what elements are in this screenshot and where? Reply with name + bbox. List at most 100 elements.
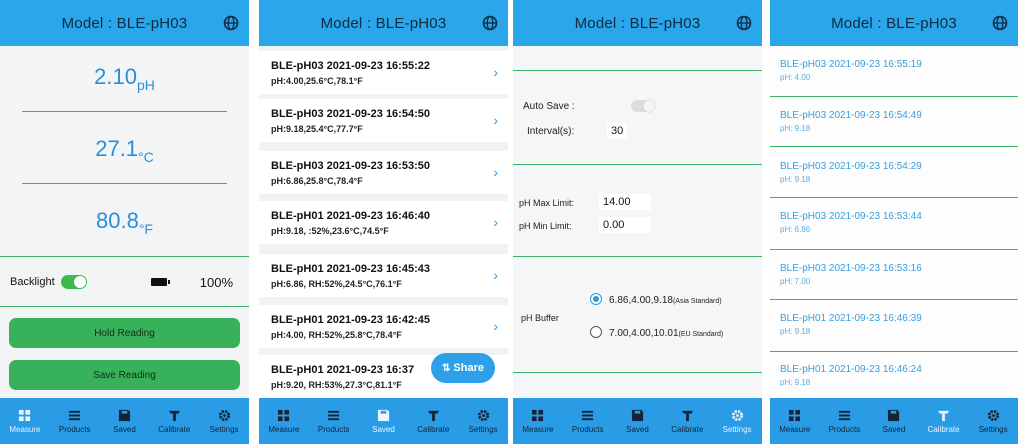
nav-calibrate[interactable]: Calibrate bbox=[919, 398, 969, 444]
measure-screen: Model : BLE-pH03 2.10pH 27.1°C 80.8°F Ba… bbox=[0, 0, 249, 444]
gear-icon bbox=[477, 409, 489, 421]
calibration-title: BLE-pH03 2021-09-23 16:53:16 bbox=[780, 263, 922, 274]
record-title: BLE-pH03 2021-09-23 16:53:50 bbox=[271, 160, 430, 172]
divider bbox=[513, 256, 762, 257]
saved-record[interactable]: BLE-pH01 2021-09-23 16:45:43 pH:6.86, RH… bbox=[259, 254, 508, 297]
globe-icon[interactable] bbox=[736, 15, 752, 31]
record-detail: pH:9.18, :52%,23.6°C,74.5°F bbox=[271, 226, 389, 236]
hold-reading-button[interactable]: Hold Reading bbox=[9, 318, 240, 348]
divider bbox=[513, 164, 762, 165]
calibration-entry[interactable]: BLE-pH03 2021-09-23 16:54:29 pH: 9.18 bbox=[780, 161, 1008, 184]
grid-icon bbox=[789, 409, 801, 421]
nav-label: Saved bbox=[113, 424, 136, 434]
save-icon bbox=[118, 409, 131, 421]
calibration-title: BLE-pH01 2021-09-23 16:46:24 bbox=[780, 364, 922, 375]
nav-calibrate[interactable]: Calibrate bbox=[149, 398, 199, 444]
ph-value: 2.10 bbox=[94, 64, 137, 89]
auto-save-toggle[interactable] bbox=[631, 100, 655, 112]
gear-icon bbox=[987, 409, 999, 421]
record-detail: pH:6.86,25.8°C,78.4°F bbox=[271, 176, 363, 186]
chevron-right-icon: › bbox=[493, 318, 498, 334]
temp-f-reading: 80.8°F bbox=[0, 208, 249, 237]
calibration-entry[interactable]: BLE-pH03 2021-09-23 16:53:16 pH: 7.00 bbox=[780, 263, 1008, 286]
record-title: BLE-pH01 2021-09-23 16:46:40 bbox=[271, 210, 430, 222]
buffer-asia-label: 6.86,4.00,9.18(Asia Standard) bbox=[609, 295, 722, 306]
nav-label: Products bbox=[317, 424, 350, 434]
calibration-detail: pH: 9.18 bbox=[780, 378, 811, 387]
calibration-entry[interactable]: BLE-pH01 2021-09-23 16:46:39 pH: 9.18 bbox=[780, 313, 1008, 336]
calibration-entry[interactable]: BLE-pH03 2021-09-23 16:55:19 pH: 4.00 bbox=[780, 59, 1008, 82]
gear-icon bbox=[731, 409, 743, 421]
nav-label: Settings bbox=[722, 424, 752, 434]
nav-label: Settings bbox=[209, 424, 239, 434]
buffer-eu-radio[interactable] bbox=[590, 326, 602, 338]
calibration-entry[interactable]: BLE-pH01 2021-09-23 16:46:24 pH: 9.18 bbox=[780, 364, 1008, 387]
record-detail: pH:9.20, RH:53%,27.3°C,81.1°F bbox=[271, 380, 402, 390]
nav-settings[interactable]: Settings bbox=[968, 398, 1018, 444]
saved-record[interactable]: BLE-pH03 2021-09-23 16:55:22 pH:4.00,25.… bbox=[259, 51, 508, 94]
ph-reading: 2.10pH bbox=[0, 64, 249, 93]
calibration-detail: pH: 6.86 bbox=[780, 225, 811, 234]
divider bbox=[513, 70, 762, 71]
saved-record[interactable]: BLE-pH01 2021-09-23 16:42:45 pH:4.00, RH… bbox=[259, 305, 508, 348]
buffer-asia-values: 6.86,4.00,9.18 bbox=[609, 295, 673, 306]
probe-icon bbox=[938, 410, 950, 421]
buffer-asia-radio[interactable] bbox=[590, 293, 602, 305]
buffer-eu-note: (EU Standard) bbox=[678, 331, 724, 338]
saved-record[interactable]: BLE-pH01 2021-09-23 16:46:40 pH:9.18, :5… bbox=[259, 201, 508, 244]
share-button[interactable]: ⇅ Share bbox=[431, 353, 495, 383]
ph-unit: pH bbox=[136, 77, 155, 93]
nav-saved[interactable]: Saved bbox=[613, 398, 663, 444]
nav-saved[interactable]: Saved bbox=[100, 398, 150, 444]
save-reading-button[interactable]: Save Reading bbox=[9, 360, 240, 390]
divider bbox=[770, 197, 1018, 198]
nav-products[interactable]: Products bbox=[50, 398, 100, 444]
bottom-nav: Measure Products Saved Calibrate Setting… bbox=[770, 398, 1018, 444]
saved-record[interactable]: BLE-pH03 2021-09-23 16:53:50 pH:6.86,25.… bbox=[259, 151, 508, 194]
divider bbox=[770, 146, 1018, 147]
nav-settings[interactable]: Settings bbox=[199, 398, 249, 444]
nav-calibrate[interactable]: Calibrate bbox=[662, 398, 712, 444]
ph-max-label: pH Max Limit: bbox=[519, 198, 575, 208]
nav-saved[interactable]: Saved bbox=[359, 398, 409, 444]
nav-products[interactable]: Products bbox=[563, 398, 613, 444]
divider bbox=[770, 96, 1018, 97]
auto-save-label: Auto Save : bbox=[523, 101, 575, 112]
nav-calibrate[interactable]: Calibrate bbox=[408, 398, 458, 444]
app-header: Model : BLE-pH03 bbox=[513, 0, 762, 46]
calibration-entry[interactable]: BLE-pH03 2021-09-23 16:53:44 pH: 6.86 bbox=[780, 211, 1008, 234]
nav-label: Calibrate bbox=[927, 424, 960, 434]
record-title: BLE-pH01 2021-09-23 16:42:45 bbox=[271, 314, 430, 326]
ph-max-input[interactable]: 14.00 bbox=[599, 194, 651, 210]
share-label: Share bbox=[453, 362, 484, 374]
globe-icon[interactable] bbox=[992, 15, 1008, 31]
interval-input[interactable]: 30 bbox=[607, 123, 628, 139]
nav-saved[interactable]: Saved bbox=[869, 398, 919, 444]
nav-settings[interactable]: Settings bbox=[458, 398, 508, 444]
record-detail: pH:4.00,25.6°C,78.1°F bbox=[271, 76, 363, 86]
header-title: Model : BLE-pH03 bbox=[574, 14, 701, 32]
nav-measure[interactable]: Measure bbox=[513, 398, 563, 444]
saved-record[interactable]: BLE-pH03 2021-09-23 16:54:50 pH:9.18,25.… bbox=[259, 99, 508, 142]
record-title: BLE-pH01 2021-09-23 16:37 bbox=[271, 364, 415, 376]
ph-min-input[interactable]: 0.00 bbox=[599, 217, 651, 233]
calibration-entry[interactable]: BLE-pH03 2021-09-23 16:54:49 pH: 9.18 bbox=[780, 110, 1008, 133]
divider bbox=[770, 299, 1018, 300]
nav-settings[interactable]: Settings bbox=[712, 398, 762, 444]
divider bbox=[22, 183, 227, 184]
nav-measure[interactable]: Measure bbox=[770, 398, 820, 444]
record-title: BLE-pH03 2021-09-23 16:55:22 bbox=[271, 60, 430, 72]
nav-products[interactable]: Products bbox=[309, 398, 359, 444]
globe-icon[interactable] bbox=[482, 15, 498, 31]
divider bbox=[22, 111, 227, 112]
nav-label: Saved bbox=[882, 424, 906, 434]
backlight-toggle[interactable] bbox=[60, 275, 87, 289]
nav-products[interactable]: Products bbox=[820, 398, 870, 444]
nav-label: Settings bbox=[468, 424, 498, 434]
nav-label: Calibrate bbox=[158, 424, 191, 434]
nav-measure[interactable]: Measure bbox=[0, 398, 50, 444]
record-detail: pH:9.18,25.4°C,77.7°F bbox=[271, 124, 363, 134]
nav-measure[interactable]: Measure bbox=[259, 398, 309, 444]
globe-icon[interactable] bbox=[223, 15, 239, 31]
battery-icon bbox=[150, 278, 170, 286]
